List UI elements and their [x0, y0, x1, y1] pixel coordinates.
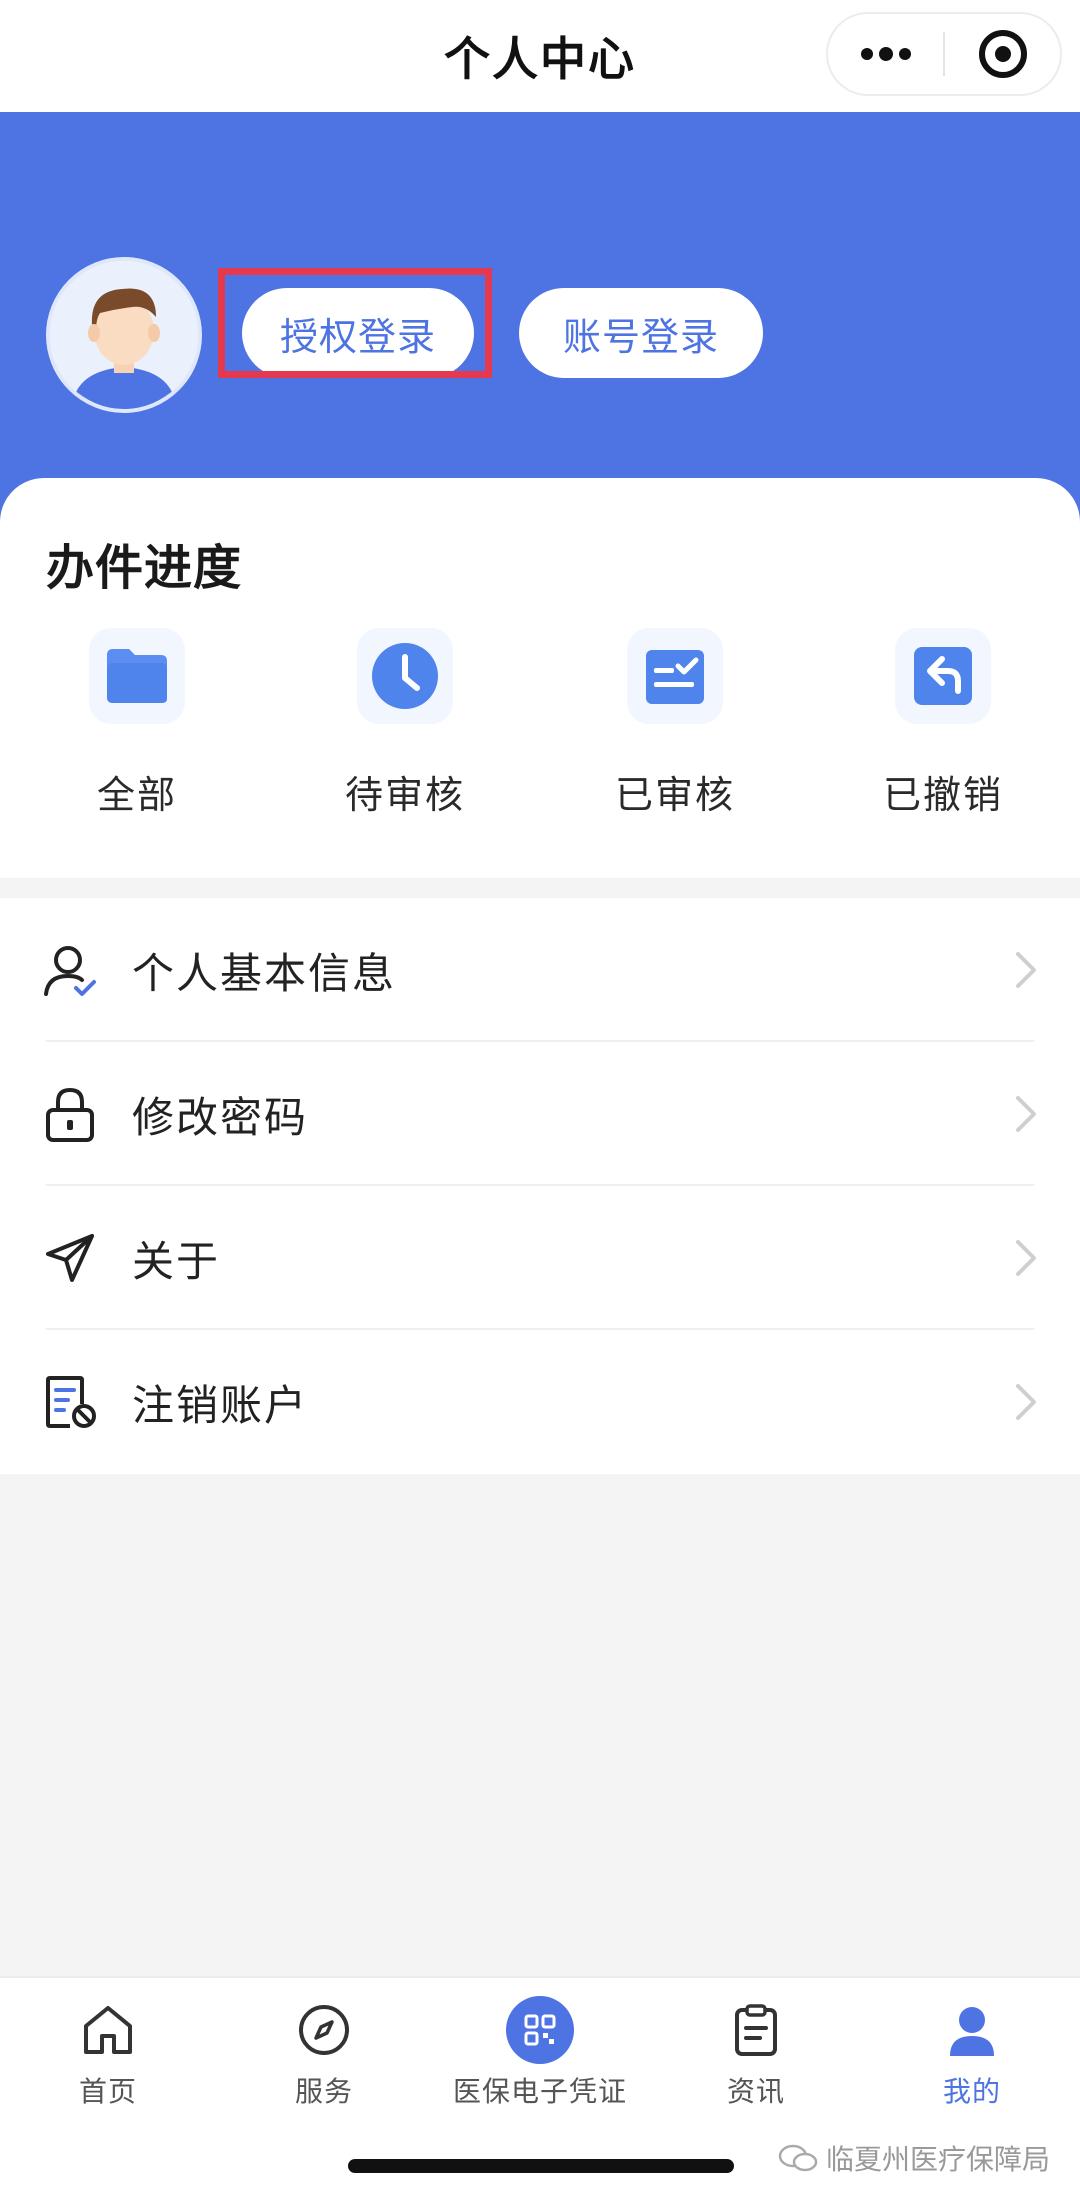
- mini-program-capsule: [826, 12, 1062, 96]
- avatar[interactable]: [46, 257, 202, 413]
- lock-icon: [46, 1087, 94, 1142]
- clock-icon: [357, 628, 453, 724]
- menu-item-personal-info[interactable]: 个人基本信息: [0, 898, 1080, 1042]
- more-button[interactable]: [828, 14, 943, 94]
- avatar-illustration-icon: [50, 261, 198, 409]
- close-program-button[interactable]: [945, 14, 1060, 94]
- menu-item-change-password[interactable]: 修改密码: [0, 1042, 1080, 1186]
- progress-item-revoked[interactable]: 已撤销: [843, 628, 1043, 819]
- qr-code-icon: [506, 1996, 574, 2064]
- progress-item-pending[interactable]: 待审核: [305, 628, 505, 819]
- more-dots-icon: [860, 47, 911, 61]
- wechat-icon: [778, 2144, 818, 2172]
- compass-icon: [290, 1996, 358, 2064]
- menu-label-change-password: 修改密码: [132, 1092, 309, 1142]
- tab-label-service: 服务: [294, 2075, 353, 2108]
- menu-label-cancel-account: 注销账户: [132, 1380, 309, 1430]
- tab-home[interactable]: 首页: [0, 1996, 216, 2110]
- chevron-right-icon: [1016, 1240, 1036, 1276]
- chevron-right-icon: [1016, 952, 1036, 988]
- settings-menu: 个人基本信息 修改密码 关于 注销账户: [0, 898, 1080, 1474]
- progress-label-approved: 已审核: [614, 773, 735, 817]
- cancel-account-icon: [46, 1376, 96, 1428]
- clipboard-icon: [722, 1996, 790, 2064]
- progress-label-pending: 待审核: [344, 773, 465, 817]
- tab-label-news: 资讯: [726, 2075, 785, 2108]
- tab-service[interactable]: 服务: [216, 1996, 432, 2110]
- menu-item-about[interactable]: 关于: [0, 1186, 1080, 1330]
- tab-label-medical-insurance-code: 医保电子凭证: [452, 2075, 627, 2108]
- progress-card: 办件进度 全部 待审核 已审核 已撤销: [0, 478, 1080, 878]
- progress-item-approved[interactable]: 已审核: [575, 628, 775, 819]
- menu-item-cancel-account[interactable]: 注销账户: [0, 1330, 1080, 1474]
- tab-label-home: 首页: [78, 2075, 137, 2108]
- user-icon: [938, 1996, 1006, 2064]
- home-indicator: [348, 2159, 734, 2173]
- tab-label-mine: 我的: [942, 2075, 1001, 2108]
- tab-medical-insurance-code[interactable]: 医保电子凭证: [432, 1996, 648, 2110]
- send-icon: [46, 1234, 94, 1282]
- page: 个人中心 授权登录 账号登录 办件进度 全部 待审核 已审核 已撤销 个人基本信…: [0, 0, 1080, 2201]
- tab-mine[interactable]: 我的: [864, 1996, 1080, 2110]
- undo-icon: [895, 628, 991, 724]
- folder-icon: [89, 628, 185, 724]
- watermark-text: 临夏州医疗保障局: [825, 2143, 1050, 2176]
- page-title: 个人中心: [444, 32, 636, 86]
- approved-doc-icon: [627, 628, 723, 724]
- user-check-icon: [44, 946, 96, 996]
- authorize-login-button[interactable]: 授权登录: [242, 288, 474, 378]
- progress-title: 办件进度: [46, 540, 243, 596]
- home-icon: [74, 1996, 142, 2064]
- target-icon: [978, 30, 1027, 78]
- chevron-right-icon: [1016, 1384, 1036, 1420]
- menu-label-about: 关于: [132, 1236, 221, 1286]
- top-navbar: 个人中心: [0, 0, 1080, 112]
- chevron-right-icon: [1016, 1096, 1036, 1132]
- account-login-button[interactable]: 账号登录: [519, 288, 763, 378]
- progress-item-all[interactable]: 全部: [37, 628, 237, 819]
- progress-label-all: 全部: [96, 773, 177, 817]
- menu-label-personal-info: 个人基本信息: [132, 948, 397, 998]
- progress-label-revoked: 已撤销: [882, 773, 1003, 817]
- watermark: 临夏州医疗保障局: [778, 2138, 1050, 2178]
- tab-news[interactable]: 资讯: [648, 1996, 864, 2110]
